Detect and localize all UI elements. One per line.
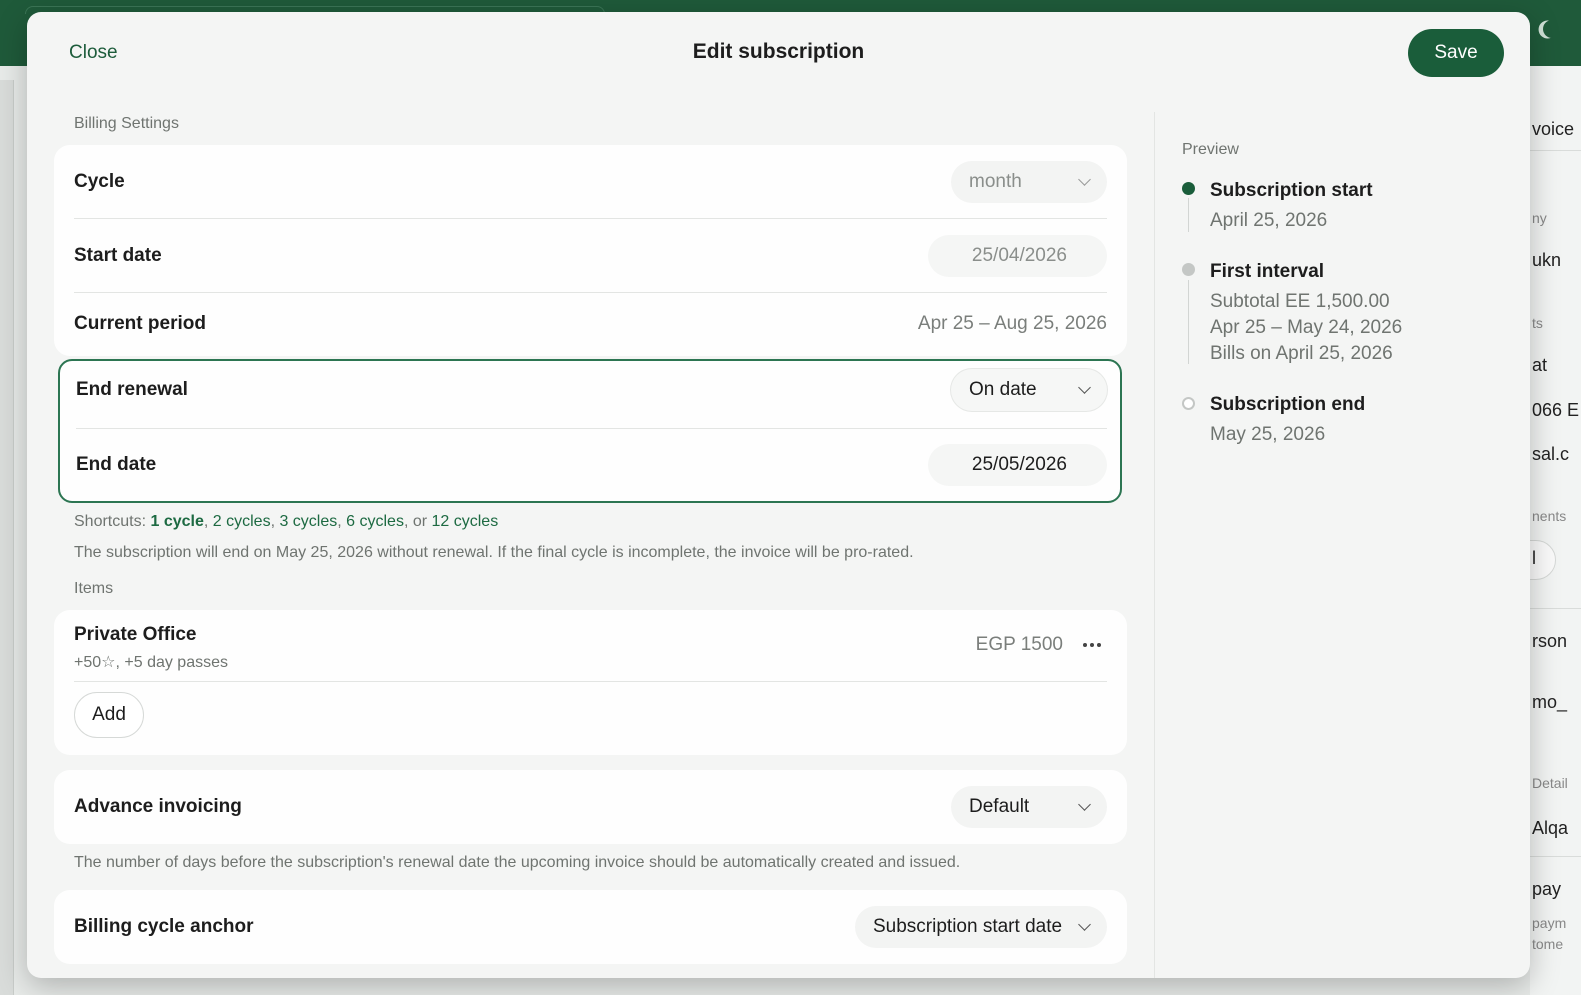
preview-label: Preview bbox=[1182, 141, 1239, 158]
first-interval-range: Apr 25 – May 24, 2026 bbox=[1210, 317, 1403, 338]
bg-fragment: voice bbox=[1532, 119, 1575, 139]
more-options-icon[interactable] bbox=[1083, 635, 1101, 655]
advance-invoicing-row: Advance invoicing Default bbox=[74, 786, 1107, 828]
advance-invoicing-value: Default bbox=[969, 796, 1030, 817]
billing-anchor-row: Billing cycle anchor Subscription start … bbox=[74, 906, 1107, 948]
bg-fragment: ny bbox=[1532, 210, 1547, 226]
timeline-end-title: Subscription end bbox=[1210, 394, 1366, 415]
billing-anchor-card: Billing cycle anchor Subscription start … bbox=[54, 890, 1127, 964]
chevron-down-icon bbox=[1078, 917, 1091, 931]
current-period-label: Current period bbox=[74, 313, 206, 334]
edit-subscription-modal: Close Edit subscription Save Billing Set… bbox=[27, 12, 1530, 978]
background-left-panel bbox=[0, 80, 14, 995]
bg-fragment: rson bbox=[1532, 631, 1568, 651]
bg-fragment: sal.c bbox=[1532, 444, 1570, 464]
billing-anchor-label: Billing cycle anchor bbox=[74, 916, 254, 937]
chevron-down-icon bbox=[1078, 380, 1091, 394]
end-date-row: End date 25/05/2026 bbox=[76, 444, 1107, 486]
first-interval-bills: Bills on April 25, 2026 bbox=[1210, 343, 1393, 364]
bg-fragment: paym bbox=[1532, 915, 1567, 931]
cycle-value: month bbox=[969, 171, 1022, 192]
bg-fragment: 066 E bbox=[1532, 400, 1580, 420]
bg-fragment: nents bbox=[1532, 508, 1567, 524]
first-interval-title: First interval bbox=[1210, 261, 1325, 282]
list-item: Private Office +50☆, +5 day passes EGP 1… bbox=[74, 620, 1107, 672]
current-period-value: Apr 25 – Aug 25, 2026 bbox=[917, 313, 1107, 334]
end-renewal-select[interactable]: On date bbox=[951, 369, 1107, 411]
end-renewal-group: End renewal On date End date 25/05/2026 bbox=[58, 359, 1122, 503]
divider bbox=[74, 681, 1107, 682]
bg-fragment: l bbox=[1532, 548, 1536, 568]
chevron-down-icon bbox=[1078, 797, 1091, 811]
shortcut-3-cycles[interactable]: 3 cycles bbox=[279, 513, 337, 530]
cycle-row: Cycle month bbox=[74, 161, 1107, 203]
bg-fragment: pay bbox=[1532, 879, 1562, 899]
shortcut-1-cycle[interactable]: 1 cycle bbox=[150, 513, 203, 530]
end-renewal-value: On date bbox=[969, 379, 1037, 400]
timeline-dot-active-icon bbox=[1182, 182, 1195, 195]
shortcuts-prefix: Shortcuts: bbox=[74, 513, 151, 530]
separator: , or bbox=[403, 513, 432, 530]
timeline-first-interval: First interval Subtotal EE 1,500.00 Apr … bbox=[1210, 261, 1402, 367]
dark-mode-icon[interactable] bbox=[1540, 17, 1563, 40]
advance-invoicing-note: The number of days before the subscripti… bbox=[74, 854, 961, 871]
start-date-row: Start date 25/04/2026 bbox=[74, 235, 1107, 277]
item-name: Private Office bbox=[74, 624, 197, 645]
end-renewal-row: End renewal On date bbox=[76, 369, 1107, 411]
bg-fragment: ukn bbox=[1532, 250, 1562, 270]
start-date-field[interactable]: 25/04/2026 bbox=[927, 235, 1107, 277]
bg-fragment: Alqa bbox=[1532, 818, 1569, 838]
divider bbox=[76, 428, 1107, 429]
cycle-select[interactable]: month bbox=[951, 161, 1107, 203]
end-note: The subscription will end on May 25, 202… bbox=[74, 544, 914, 561]
modal-title: Edit subscription bbox=[692, 40, 865, 63]
items-label: Items bbox=[74, 580, 114, 597]
timeline-end: Subscription end May 25, 2026 bbox=[1210, 394, 1365, 448]
bg-fragment: at bbox=[1532, 355, 1548, 375]
timeline-end-date: May 25, 2026 bbox=[1210, 424, 1326, 445]
divider bbox=[74, 292, 1107, 293]
divider bbox=[74, 218, 1107, 219]
shortcut-6-cycles[interactable]: 6 cycles bbox=[346, 513, 404, 530]
shortcut-2-cycles[interactable]: 2 cycles bbox=[213, 513, 271, 530]
advance-invoicing-select[interactable]: Default bbox=[951, 786, 1107, 828]
chevron-down-icon bbox=[1078, 172, 1091, 186]
items-card: Private Office +50☆, +5 day passes EGP 1… bbox=[54, 610, 1127, 755]
bg-fragment: Detail bbox=[1532, 775, 1568, 791]
save-button[interactable]: Save bbox=[1408, 29, 1504, 77]
preview-pane: Preview Subscription start April 25, 202… bbox=[1154, 112, 1530, 978]
end-date-label: End date bbox=[76, 454, 157, 475]
timeline-connector bbox=[1188, 280, 1189, 364]
cycle-label: Cycle bbox=[74, 171, 125, 192]
background-right-panel: voice ny ukn ts at 066 E sal.c nents l r… bbox=[1530, 66, 1581, 995]
advance-invoicing-label: Advance invoicing bbox=[74, 796, 242, 817]
timeline-start: Subscription start April 25, 2026 bbox=[1210, 180, 1373, 234]
bg-fragment: tome bbox=[1532, 936, 1564, 952]
separator: , bbox=[203, 513, 213, 530]
billing-anchor-value: Subscription start date bbox=[873, 916, 1063, 937]
bg-fragment: ts bbox=[1532, 315, 1543, 331]
end-renewal-label: End renewal bbox=[76, 379, 188, 400]
item-price: EGP 1500 bbox=[975, 634, 1063, 655]
timeline-start-title: Subscription start bbox=[1210, 180, 1373, 201]
advance-invoicing-card: Advance invoicing Default bbox=[54, 770, 1127, 844]
end-date-field[interactable]: 25/05/2026 bbox=[927, 444, 1107, 486]
first-interval-subtotal: Subtotal EE 1,500.00 bbox=[1210, 291, 1390, 312]
shortcut-12-cycles[interactable]: 12 cycles bbox=[432, 513, 499, 530]
billing-anchor-select[interactable]: Subscription start date bbox=[855, 906, 1107, 948]
timeline-connector bbox=[1188, 198, 1189, 232]
billing-settings-card: Cycle month Start date 25/04/2026 Curren… bbox=[54, 145, 1127, 356]
current-period-row: Current period Apr 25 – Aug 25, 2026 bbox=[74, 303, 1107, 345]
timeline-dot-empty-icon bbox=[1182, 397, 1195, 410]
billing-settings-label: Billing Settings bbox=[74, 115, 179, 132]
timeline-dot-icon bbox=[1182, 263, 1195, 276]
shortcuts-line: Shortcuts: 1 cycle, 2 cycles, 3 cycles , … bbox=[74, 513, 498, 531]
separator: , bbox=[337, 513, 347, 530]
timeline-start-date: April 25, 2026 bbox=[1210, 210, 1328, 231]
bg-fragment: mo_ bbox=[1532, 692, 1568, 712]
item-detail: +50☆, +5 day passes bbox=[74, 654, 228, 671]
add-item-button[interactable]: Add bbox=[74, 692, 144, 738]
start-date-label: Start date bbox=[74, 245, 162, 266]
